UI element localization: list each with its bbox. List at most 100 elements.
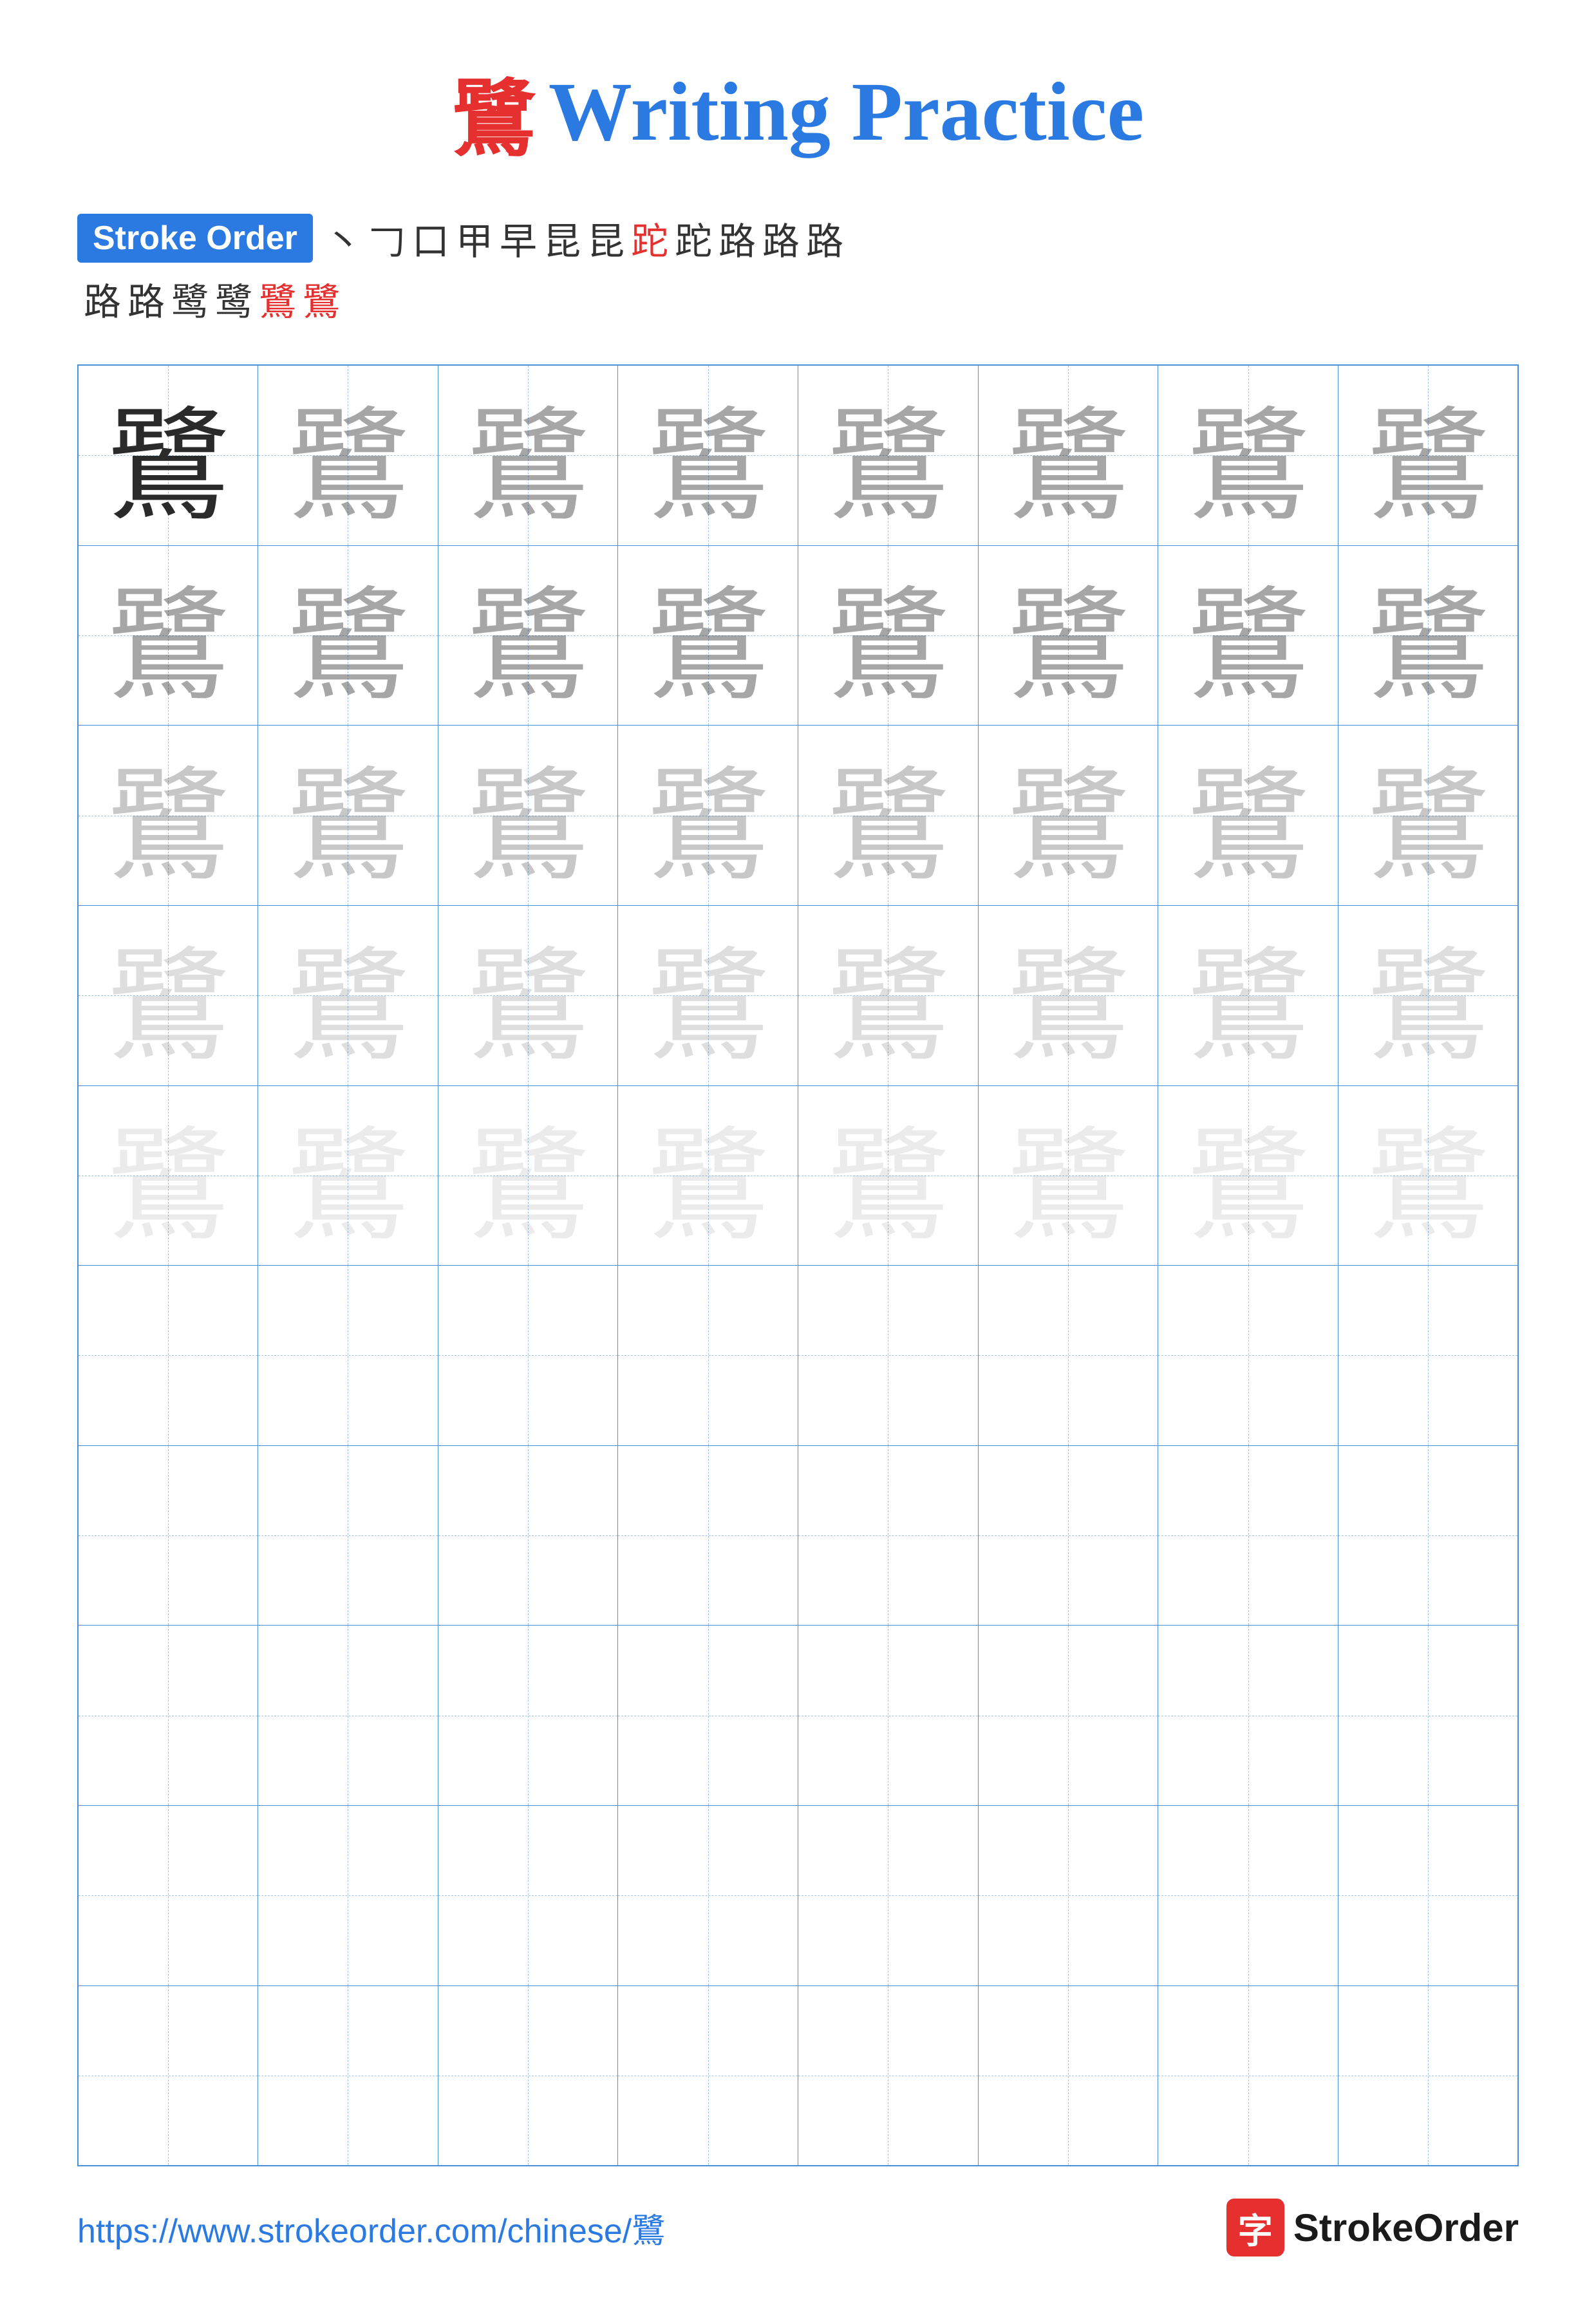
grid-cell[interactable] (978, 1266, 1158, 1446)
practice-char: 鷺 (79, 726, 258, 905)
practice-char: 鷺 (258, 546, 438, 726)
stroke-char: 鹭 (171, 272, 209, 326)
practice-char: 鷺 (438, 366, 618, 545)
stroke-char: 路 (762, 211, 800, 265)
grid-cell[interactable]: 鷺 (258, 365, 438, 545)
grid-cell[interactable] (978, 1806, 1158, 1986)
grid-cell[interactable] (618, 1626, 798, 1806)
practice-char: 鷺 (979, 906, 1158, 1085)
grid-cell[interactable]: 鷺 (978, 905, 1158, 1085)
grid-cell[interactable]: 鷺 (618, 905, 798, 1085)
grid-cell[interactable] (78, 1266, 258, 1446)
grid-cell[interactable] (438, 1626, 618, 1806)
grid-cell[interactable]: 鷺 (618, 545, 798, 726)
grid-cell[interactable]: 鷺 (438, 545, 618, 726)
grid-cell[interactable] (258, 1985, 438, 2166)
grid-cell[interactable] (798, 1266, 979, 1446)
grid-cell[interactable]: 鷺 (978, 726, 1158, 906)
grid-cell[interactable]: 鷺 (978, 1085, 1158, 1266)
stroke-char: 早 (500, 211, 537, 265)
grid-cell[interactable]: 鷺 (438, 726, 618, 906)
grid-cell[interactable] (1338, 1445, 1518, 1626)
grid-cell[interactable] (1158, 1806, 1338, 1986)
grid-cell[interactable]: 鷺 (618, 726, 798, 906)
grid-cell[interactable]: 鷺 (798, 1085, 979, 1266)
footer-url[interactable]: https://www.strokeorder.com/chinese/鷺 (77, 2204, 665, 2252)
grid-cell[interactable] (618, 1806, 798, 1986)
grid-cell[interactable] (258, 1445, 438, 1626)
grid-cell[interactable]: 鷺 (438, 905, 618, 1085)
grid-cell[interactable] (438, 1985, 618, 2166)
grid-cell[interactable] (438, 1266, 618, 1446)
grid-cell[interactable] (798, 1445, 979, 1626)
grid-cell[interactable]: 鷺 (258, 1085, 438, 1266)
grid-cell[interactable] (438, 1445, 618, 1626)
grid-cell[interactable] (1158, 1626, 1338, 1806)
table-row (78, 1266, 1518, 1446)
grid-cell[interactable]: 鷺 (798, 545, 979, 726)
grid-cell[interactable] (1338, 1985, 1518, 2166)
grid-cell[interactable]: 鷺 (78, 905, 258, 1085)
grid-cell[interactable]: 鷺 (798, 905, 979, 1085)
grid-cell[interactable] (798, 1985, 979, 2166)
grid-cell[interactable] (258, 1266, 438, 1446)
grid-cell[interactable]: 鷺 (258, 545, 438, 726)
grid-cell[interactable] (618, 1445, 798, 1626)
stroke-chars-line1: 丶 𠃌 口 甲 早 昆 昆 跎 跎 路 路 路 (324, 211, 843, 265)
grid-cell[interactable] (1158, 1985, 1338, 2166)
grid-cell[interactable] (78, 1985, 258, 2166)
grid-cell[interactable] (1158, 1266, 1338, 1446)
grid-cell[interactable]: 鷺 (978, 365, 1158, 545)
grid-cell[interactable]: 鷺 (1338, 905, 1518, 1085)
grid-cell[interactable] (618, 1266, 798, 1446)
grid-cell[interactable]: 鷺 (1338, 726, 1518, 906)
grid-cell[interactable]: 鷺 (438, 1085, 618, 1266)
grid-cell[interactable]: 鷺 (438, 365, 618, 545)
practice-char: 鷺 (979, 1086, 1158, 1266)
grid-cell[interactable]: 鷺 (258, 905, 438, 1085)
grid-cell[interactable]: 鷺 (798, 365, 979, 545)
stroke-order-section: Stroke Order 丶 𠃌 口 甲 早 昆 昆 跎 跎 路 路 路 路 路… (77, 211, 1519, 326)
grid-cell[interactable] (1338, 1806, 1518, 1986)
grid-cell[interactable]: 鷺 (78, 726, 258, 906)
grid-cell[interactable] (78, 1445, 258, 1626)
grid-cell[interactable]: 鷺 (1158, 905, 1338, 1085)
grid-cell[interactable] (978, 1445, 1158, 1626)
grid-cell[interactable]: 鷺 (798, 726, 979, 906)
grid-cell[interactable] (798, 1626, 979, 1806)
grid-cell[interactable] (1158, 1445, 1338, 1626)
practice-char: 鷺 (258, 366, 438, 545)
grid-cell[interactable]: 鷺 (978, 545, 1158, 726)
grid-cell[interactable] (978, 1985, 1158, 2166)
grid-cell[interactable]: 鷺 (618, 1085, 798, 1266)
practice-grid[interactable]: 鷺 鷺 鷺 鷺 鷺 鷺 鷺 鷺 鷺 鷺 鷺 鷺 鷺 鷺 鷺 鷺 (77, 364, 1519, 2166)
grid-cell[interactable]: 鷺 (78, 545, 258, 726)
grid-cell[interactable]: 鷺 (258, 726, 438, 906)
practice-char: 鷺 (798, 1086, 978, 1266)
practice-char: 鷺 (438, 906, 618, 1085)
grid-cell[interactable] (438, 1806, 618, 1986)
practice-char: 鷺 (798, 906, 978, 1085)
grid-cell[interactable] (1338, 1266, 1518, 1446)
grid-cell[interactable]: 鷺 (1338, 545, 1518, 726)
grid-cell[interactable] (1338, 1626, 1518, 1806)
grid-cell[interactable] (258, 1626, 438, 1806)
grid-cell[interactable]: 鷺 (1158, 365, 1338, 545)
grid-cell[interactable]: 鷺 (78, 1085, 258, 1266)
grid-cell[interactable] (978, 1626, 1158, 1806)
grid-cell[interactable] (798, 1806, 979, 1986)
grid-cell[interactable]: 鷺 (618, 365, 798, 545)
grid-cell[interactable] (78, 1626, 258, 1806)
title-text: Writing Practice (549, 64, 1144, 160)
grid-cell[interactable]: 鷺 (1338, 1085, 1518, 1266)
grid-cell[interactable] (258, 1806, 438, 1986)
grid-cell[interactable] (78, 1806, 258, 1986)
grid-cell[interactable]: 鷺 (1338, 365, 1518, 545)
grid-cell[interactable]: 鷺 (1158, 1085, 1338, 1266)
title-char: 鷺 (452, 52, 536, 173)
table-row: 鷺 鷺 鷺 鷺 鷺 鷺 鷺 鷺 (78, 545, 1518, 726)
grid-cell[interactable]: 鷺 (1158, 726, 1338, 906)
grid-cell[interactable]: 鷺 (78, 365, 258, 545)
grid-cell[interactable] (618, 1985, 798, 2166)
grid-cell[interactable]: 鷺 (1158, 545, 1338, 726)
